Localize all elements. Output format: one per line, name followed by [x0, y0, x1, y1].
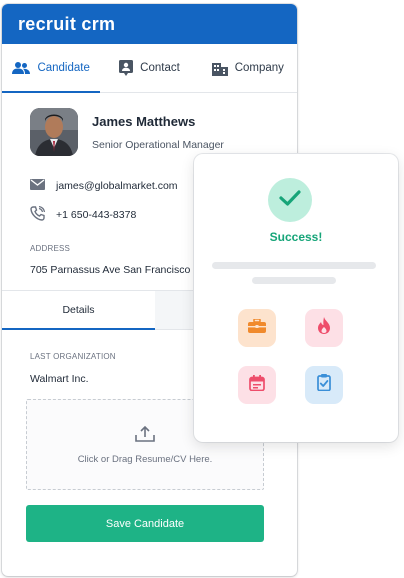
profile-summary: James Matthews Senior Operational Manage… — [30, 108, 224, 156]
clipboard-check-icon — [317, 374, 331, 396]
candidate-phone[interactable]: +1 650-443-8378 — [56, 209, 136, 221]
placeholder-line — [252, 277, 336, 284]
tab-contact[interactable]: Contact — [100, 44, 198, 92]
tab-details-label: Details — [62, 304, 95, 316]
app-title: recruit crm — [18, 14, 116, 34]
save-candidate-button[interactable]: Save Candidate — [26, 505, 264, 542]
calendar-icon — [249, 374, 265, 396]
success-message: Success! — [269, 230, 323, 244]
email-row: james@globalmarket.com — [30, 179, 178, 193]
success-card: Success! — [194, 154, 398, 442]
contact-card-icon — [119, 60, 134, 76]
tab-company[interactable]: Company — [199, 44, 297, 92]
avatar — [30, 108, 78, 156]
last-organization-value: Walmart Inc. — [30, 373, 89, 385]
last-organization-label: LAST ORGANIZATION — [30, 352, 116, 361]
briefcase-tile[interactable] — [238, 309, 276, 347]
success-check-badge — [268, 178, 312, 222]
tab-candidate-label: Candidate — [37, 62, 90, 74]
tab-company-label: Company — [234, 62, 284, 74]
tab-candidate[interactable]: Candidate — [2, 44, 101, 93]
clipboard-tile[interactable] — [305, 366, 343, 404]
tab-details[interactable]: Details — [2, 291, 155, 330]
checkmark-icon — [279, 189, 301, 212]
candidate-role: Senior Operational Manager — [92, 139, 224, 151]
fire-tile[interactable] — [305, 309, 343, 347]
tab-contact-label: Contact — [140, 62, 180, 74]
upload-icon — [134, 425, 156, 446]
candidate-email[interactable]: james@globalmarket.com — [56, 180, 178, 192]
people-icon — [12, 61, 31, 75]
briefcase-icon — [248, 317, 266, 338]
fire-icon — [317, 317, 331, 339]
phone-row: +1 650-443-8378 — [30, 205, 136, 224]
dropzone-text: Click or Drag Resume/CV Here. — [77, 453, 213, 465]
phone-icon — [30, 205, 46, 224]
address-label: ADDRESS — [30, 244, 71, 253]
building-icon — [211, 61, 228, 76]
envelope-icon — [30, 179, 45, 193]
calendar-tile[interactable] — [238, 366, 276, 404]
app-header: recruit crm — [2, 4, 297, 44]
address-value: 705 Parnassus Ave San Francisco — [30, 264, 191, 276]
candidate-name: James Matthews — [92, 114, 196, 129]
entity-tabs: Candidate Contact Company — [2, 44, 297, 93]
placeholder-line — [212, 262, 376, 269]
